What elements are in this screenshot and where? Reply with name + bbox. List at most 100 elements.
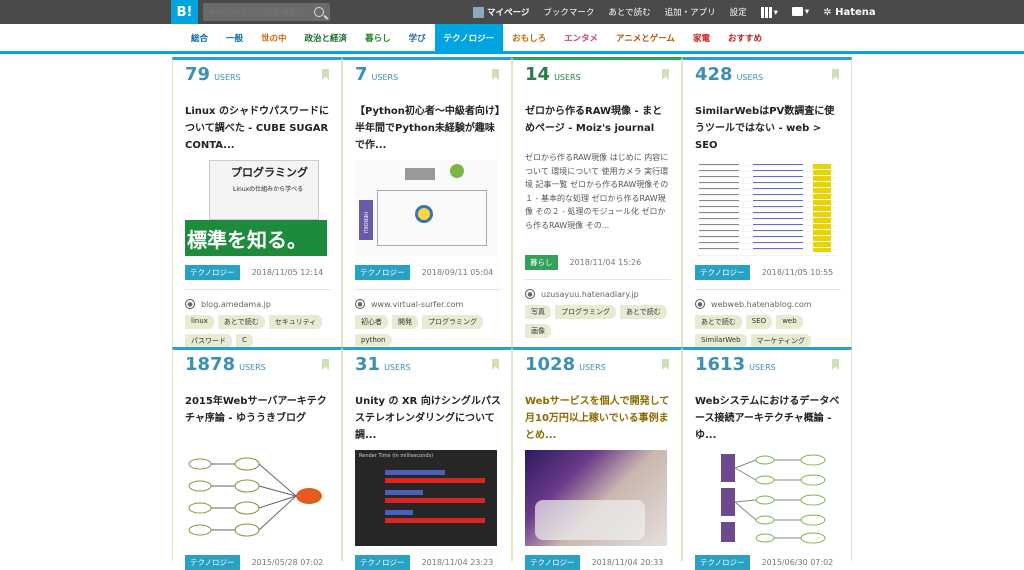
entry-card[interactable]: 7 USERS 【Python初心者〜中級者向け】半年間でPython未経験が趣味… [342,57,512,347]
tag-chip[interactable]: SEO [745,315,773,329]
hatena-bookmark-logo[interactable]: B! [171,0,198,24]
notifications-menu[interactable]: ▾ [791,7,809,17]
category-tag[interactable]: テクノロジー [695,555,750,570]
entry-thumbnail[interactable]: HEROKU [355,160,497,256]
category-tab[interactable]: 世の中 [252,24,296,51]
users-label: USERS [736,73,764,82]
entry-card[interactable]: 428 USERS SimilarWebはPV数調査に使うツールではない - we… [682,57,852,348]
user-count[interactable]: 1028 [525,354,575,375]
entry-title[interactable]: Linux のシャドウパスワードについて調べた - CUBE SUGAR CON… [185,103,331,154]
site-domain[interactable]: www.virtual-surfer.com [371,300,463,309]
category-tab[interactable]: 政治と経済 [296,24,357,51]
category-tab[interactable]: アニメとゲーム [607,24,684,51]
entry-title[interactable]: SimilarWebはPV数調査に使うツールではない - web > SEO [695,103,841,154]
tag-chip[interactable]: C [236,334,253,348]
entry-card[interactable]: 1028 USERS Webサービスを個人で開発して月10万円以上稼いでいる事例ま… [512,347,682,570]
users-label: USERS [239,363,266,372]
entry-grid: 79 USERS Linux のシャドウパスワードについて調べた - CUBE S… [172,57,853,570]
entry-title[interactable]: Unity の XR 向けシングルパスステレオレンダリングについて調... [355,393,501,444]
category-tag[interactable]: テクノロジー [355,265,410,280]
tag-chip[interactable]: プログラミング [555,305,616,319]
top-nav: マイページ ブックマーク あとで読む 追加・アプリ 設定 ▾ ▾ ✲ Haten… [473,0,890,24]
grid-icon [760,6,772,18]
entry-card[interactable]: 1613 USERS Webシステムにおけるデータベース接続アーキテクチャ概論 -… [682,347,852,570]
category-tab[interactable]: 学び [400,24,435,51]
entry-card[interactable]: 1878 USERS 2015年Webサーバアーキテクチャ序論 - ゆううきブログ… [172,347,342,570]
user-count[interactable]: 7 [355,64,368,85]
tag-chip[interactable]: linux [185,315,214,329]
user-count[interactable]: 14 [525,64,550,85]
category-tab[interactable]: テクノロジー [434,24,504,51]
thumb-axis-title: Render Time (in milliseconds) [359,453,434,459]
tag-chip[interactable]: あとで読む [620,305,667,319]
tag-chip[interactable]: あとで読む [695,315,742,329]
category-tag[interactable]: テクノロジー [695,265,750,280]
user-count[interactable]: 1878 [185,354,235,375]
user-count[interactable]: 31 [355,354,380,375]
entry-date: 2018/11/04 20:33 [591,558,664,567]
site-domain[interactable]: webweb.hatenablog.com [711,300,812,309]
category-tab[interactable]: おすすめ [719,24,771,51]
apps-menu[interactable]: ▾ [760,6,778,18]
entry-thumbnail[interactable] [525,450,667,546]
tag-chip[interactable]: 開発 [392,315,418,329]
users-label: USERS [749,363,776,372]
user-count[interactable]: 428 [695,64,733,85]
entry-title[interactable]: ゼロから作るRAW現像 - まとめページ - Moiz's journal [525,103,671,137]
tag-chip[interactable]: セキュリティ [268,315,323,329]
entry-thumbnail[interactable] [695,160,837,256]
category-tab[interactable]: エンタメ [555,24,607,51]
user-count[interactable]: 79 [185,64,210,85]
tag-chip[interactable]: SimilarWeb [695,334,747,348]
site-favicon-icon: ● [355,299,365,309]
entry-card[interactable]: 79 USERS Linux のシャドウパスワードについて調べた - CUBE S… [172,57,342,348]
tag-chip[interactable]: python [355,334,392,346]
entry-thumbnail[interactable]: プログラミング Linuxの仕組みから学べる 標準を知る。 [185,160,327,256]
search-box[interactable] [203,3,330,21]
site-domain[interactable]: uzusayuu.hatenadiary.jp [541,290,639,299]
tag-chip[interactable]: 初心者 [355,315,388,329]
tag-list: 写真 プログラミング あとで読む 画像 [525,305,671,343]
entry-thumbnail[interactable] [695,450,837,546]
tag-chip[interactable]: あとで読む [217,315,265,329]
entry-card[interactable]: 31 USERS Unity の XR 向けシングルパスステレオレンダリングについ… [342,347,512,570]
tag-chip[interactable]: web [776,315,803,329]
tag-chip[interactable]: 写真 [525,305,551,319]
tag-chip[interactable]: パスワード [185,334,232,348]
category-tag[interactable]: 暮らし [525,255,558,270]
top-bar: B! マイページ ブックマーク あとで読む 追加・アプリ 設定 ▾ ▾ ✲ Ha… [0,0,1024,24]
users-label: USERS [214,73,241,82]
entry-title[interactable]: 2015年Webサーバアーキテクチャ序論 - ゆううきブログ [185,393,331,444]
category-tab[interactable]: 一般 [217,24,252,51]
site-domain[interactable]: blog.amedama.jp [201,300,271,309]
entry-title[interactable]: 【Python初心者〜中級者向け】半年間でPython未経験が趣味で作... [355,103,501,154]
add-app-link[interactable]: 追加・アプリ [665,6,716,18]
read-later-link[interactable]: あとで読む [608,6,650,18]
bookmark-link[interactable]: ブックマーク [543,6,594,18]
category-tag[interactable]: テクノロジー [355,555,410,570]
mypage-link[interactable]: マイページ [473,6,529,18]
entry-title[interactable]: Webサービスを個人で開発して月10万円以上稼いでいる事例まとめ... [525,393,671,444]
category-tab[interactable]: 家電 [684,24,719,51]
tag-list: 初心者 開発 プログラミング python [355,315,501,351]
category-tag[interactable]: テクノロジー [525,555,580,570]
entry-summary: ゼロから作るRAW現像 はじめに 内容について 環境について 使用カメラ 実行環… [525,153,669,230]
entry-card[interactable]: 14 USERS ゼロから作るRAW現像 - まとめページ - Moiz's jo… [512,57,682,347]
entry-thumbnail[interactable]: Render Time (in milliseconds) [355,450,497,546]
tag-chip[interactable]: 画像 [525,324,551,338]
category-tab[interactable]: 総合 [182,24,217,51]
category-tag[interactable]: テクノロジー [185,555,240,570]
user-count[interactable]: 1613 [695,354,745,375]
category-tab[interactable]: 暮らし [356,24,400,51]
search-icon[interactable] [314,7,324,17]
entry-thumbnail[interactable] [185,450,327,546]
entry-title[interactable]: Webシステムにおけるデータベース接続アーキテクチャ概論 - ゆ... [695,393,841,444]
search-input[interactable] [209,7,309,17]
category-tag[interactable]: テクノロジー [185,265,240,280]
entry-date: 2018/11/04 23:23 [421,558,494,567]
category-tab[interactable]: おもしろ [503,24,555,51]
tag-chip[interactable]: マーケティング [750,334,811,348]
settings-link[interactable]: 設定 [730,6,747,18]
hatena-link[interactable]: ✲ Hatena [823,7,875,18]
tag-chip[interactable]: プログラミング [422,315,483,329]
